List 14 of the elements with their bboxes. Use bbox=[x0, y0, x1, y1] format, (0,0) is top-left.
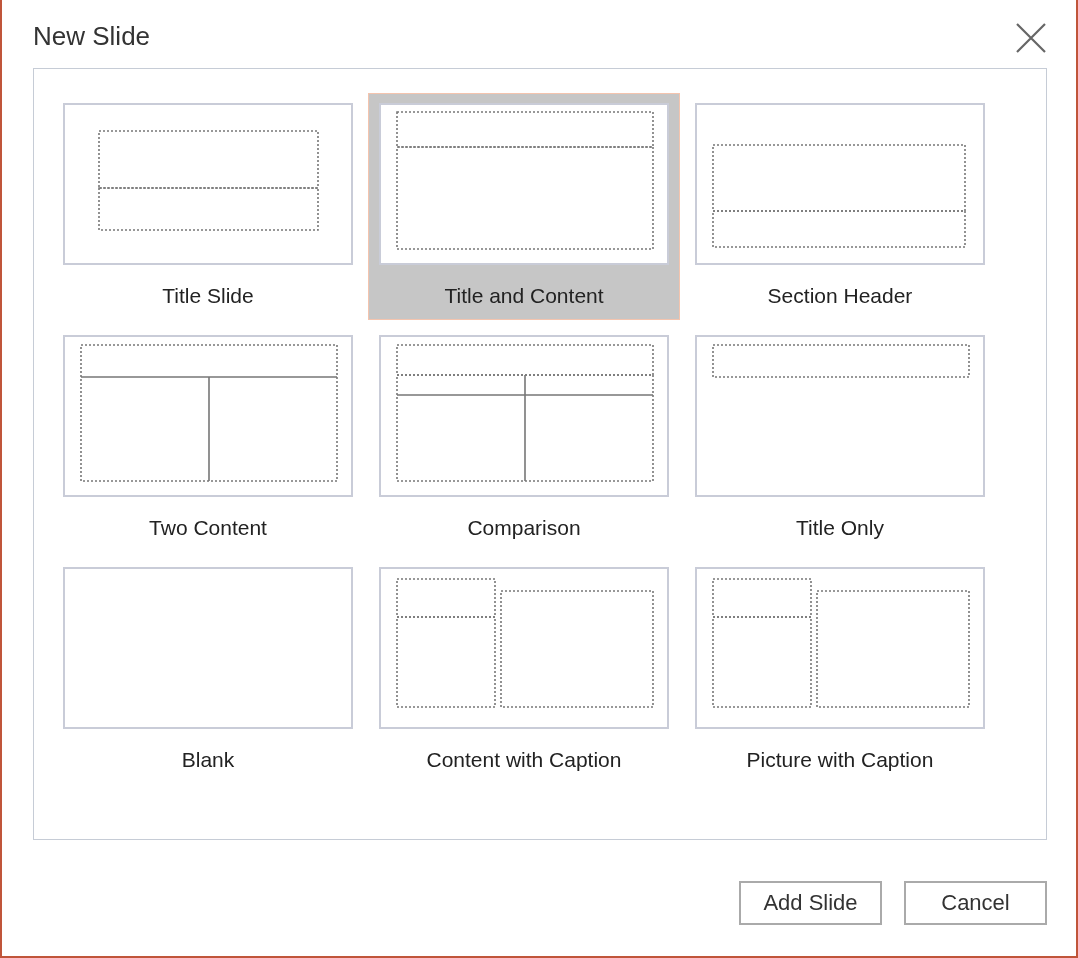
dialog-button[interactable]: Add Slide bbox=[739, 881, 882, 925]
layout-option[interactable]: Title Only bbox=[684, 325, 996, 552]
layout-option[interactable]: Two Content bbox=[52, 325, 364, 552]
dialog-title: New Slide bbox=[33, 20, 151, 52]
layout-option[interactable]: Picture with Caption bbox=[684, 557, 996, 784]
layout-option[interactable]: Content with Caption bbox=[368, 557, 680, 784]
layout-option[interactable]: Blank bbox=[52, 557, 364, 784]
layout-option[interactable]: Title Slide bbox=[52, 93, 364, 320]
close-button[interactable] bbox=[1016, 23, 1046, 53]
layout-option[interactable]: Title and Content bbox=[368, 93, 680, 320]
close-icon bbox=[1016, 23, 1046, 53]
layout-option[interactable]: Comparison bbox=[368, 325, 680, 552]
dialog-button[interactable]: Cancel bbox=[904, 881, 1047, 925]
layout-option[interactable]: Section Header bbox=[684, 93, 996, 320]
